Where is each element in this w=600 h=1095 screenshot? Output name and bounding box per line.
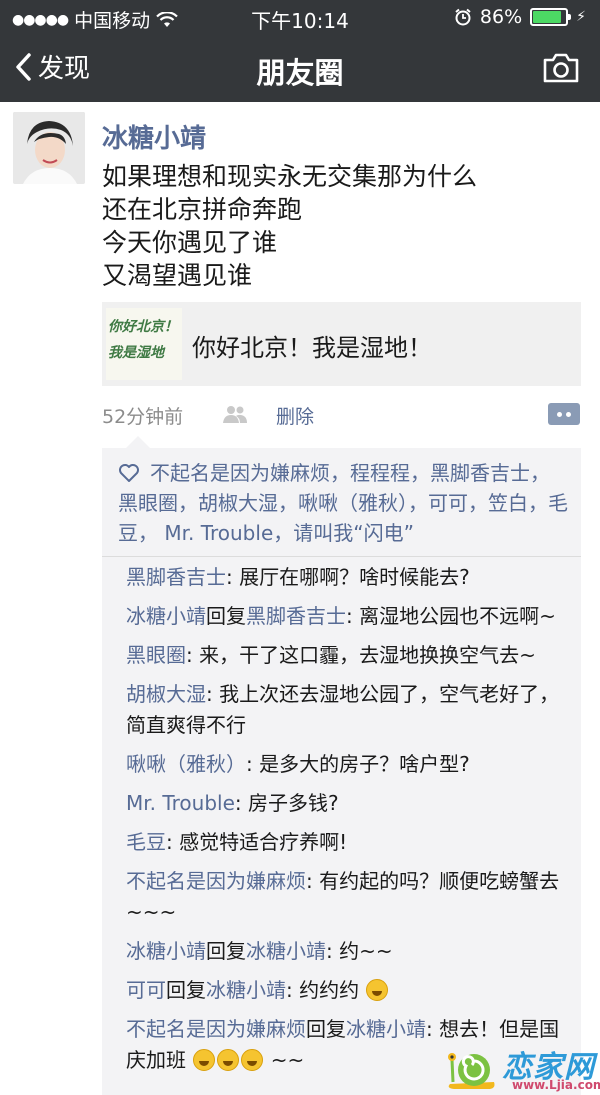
comment-reply-target[interactable]: 冰糖小靖 [206, 978, 286, 1002]
people-icon[interactable] [222, 404, 248, 424]
comment-text: 房子多钱? [248, 791, 339, 815]
comment-item[interactable]: 黑眼圈: 来，干了这口霾，去湿地换换空气去~ [126, 640, 572, 671]
status-right: 86% ⚡ [454, 6, 586, 28]
comment-separator: : [306, 869, 320, 893]
feedback-panel: 不起名是因为嫌麻烦，程程程，黑脚香吉士，黑眼圈，胡椒大湿，啾啾（雅秋），可可，笠… [102, 436, 581, 1095]
comment-text: 是多大的房子？啥户型? [259, 752, 470, 776]
comment-reply-target[interactable]: 黑脚香吉士 [246, 604, 346, 628]
comment-item[interactable]: 冰糖小靖回复冰糖小靖: 约~~ [126, 936, 572, 967]
post-text: 如果理想和现实永无交集那为什么 还在北京拼命奔跑 今天你遇见了谁 又渴望遇见谁 [102, 160, 582, 292]
crying-emoji-icon [193, 1049, 216, 1071]
crying-emoji-icon [241, 1049, 264, 1071]
battery-icon [530, 8, 572, 26]
comment-reply-target[interactable]: 冰糖小靖 [246, 939, 326, 963]
comment-text: 离湿地公园也不远啊~ [359, 604, 556, 628]
thumb-line: 我是湿地 [108, 345, 164, 361]
shared-link-title: 你好北京！我是湿地！ [192, 334, 432, 362]
comment-separator: : [226, 565, 240, 589]
likes-list: 不起名是因为嫌麻烦，程程程，黑脚香吉士，黑眼圈，胡椒大湿，啾啾（雅秋），可可，笠… [118, 458, 568, 548]
smile-emoji-icon [366, 979, 389, 1001]
comment-text: 来，干了这口霾，去湿地换换空气去~ [199, 643, 536, 667]
delete-button[interactable]: 删除 [276, 402, 314, 429]
comment-author[interactable]: 冰糖小靖 [126, 939, 206, 963]
comment-item[interactable]: 胡椒大湿: 我上次还去湿地公园了，空气老好了，简直爽得不行 [126, 679, 572, 741]
post-text-line: 今天你遇见了谁 [102, 228, 278, 257]
comment-author[interactable]: 黑眼圈 [126, 643, 186, 667]
likes-names[interactable]: 不起名是因为嫌麻烦，程程程，黑脚香吉士，黑眼圈，胡椒大湿，啾啾（雅秋），可可，笠… [118, 461, 568, 545]
post-text-line: 如果理想和现实永无交集那为什么 [102, 162, 478, 191]
comment-button[interactable] [548, 403, 580, 425]
comment-list: 黑脚香吉士: 展厅在哪啊？啥时候能去? 冰糖小靖回复黑脚香吉士: 离湿地公园也不远… [126, 562, 572, 1084]
watermark: 恋家网 www.Ljia.com [444, 1040, 600, 1095]
comment-item[interactable]: 可可回复冰糖小靖: 约约约 [126, 975, 572, 1006]
comment-item[interactable]: 毛豆: 感觉特适合疗养啊! [126, 827, 572, 858]
comment-author[interactable]: 冰糖小靖 [126, 604, 206, 628]
comment-separator: : [346, 604, 360, 628]
comment-separator: : [286, 978, 300, 1002]
comment-author[interactable]: 不起名是因为嫌麻烦 [126, 869, 306, 893]
comment-author[interactable]: 可可 [126, 978, 166, 1002]
reply-word: 回复 [166, 978, 206, 1002]
charging-icon: ⚡ [576, 9, 586, 25]
comment-separator: : [166, 830, 180, 854]
comment-author[interactable]: 胡椒大湿 [126, 682, 206, 706]
comment-separator: : [186, 643, 200, 667]
comment-author[interactable]: Mr. Trouble [126, 791, 235, 815]
comment-separator: : [246, 752, 260, 776]
page-title: 朋友圈 [256, 56, 344, 90]
comment-reply-target[interactable]: 冰糖小靖 [346, 1017, 426, 1041]
post-time: 52分钟前 [102, 406, 184, 428]
comment-text: 感觉特适合疗养啊! [179, 830, 348, 854]
reply-word: 回复 [306, 1017, 346, 1041]
comment-author[interactable]: 啾啾（雅秋） [126, 752, 246, 776]
comment-text: 约~~ [339, 939, 393, 963]
avatar-photo [13, 112, 85, 184]
comment-text: 展厅在哪啊？啥时候能去? [239, 565, 470, 589]
crying-emoji-icon [217, 1049, 240, 1071]
reply-word: 回复 [206, 604, 246, 628]
alarm-icon [455, 8, 471, 26]
comment-separator: : [234, 791, 248, 815]
reply-word: 回复 [206, 939, 246, 963]
thumb-line: 你好北京！ [108, 319, 178, 335]
watermark-url: www.Ljia.com [512, 1078, 600, 1092]
camera-icon[interactable] [542, 52, 580, 84]
nav-bar: 发现 朋友圈 [0, 36, 600, 102]
shared-link-thumbnail: 你好北京！ 我是湿地 [106, 308, 182, 380]
shared-link-card[interactable]: 你好北京！ 我是湿地 你好北京！我是湿地！ [102, 302, 581, 386]
snail-logo-icon [448, 1053, 495, 1089]
heart-icon [119, 464, 139, 482]
comment-item[interactable]: 黑脚香吉士: 展厅在哪啊？啥时候能去? [126, 562, 572, 593]
comment-author[interactable]: 毛豆 [126, 830, 166, 854]
panel-caret [126, 436, 150, 448]
comment-item[interactable]: Mr. Trouble: 房子多钱? [126, 788, 572, 819]
battery-fill [533, 11, 561, 23]
avatar[interactable] [13, 112, 85, 184]
divider [102, 556, 581, 557]
comment-item[interactable]: 啾啾（雅秋）: 是多大的房子？啥户型? [126, 749, 572, 780]
comment-separator: : [426, 1017, 440, 1041]
post-text-line: 还在北京拼命奔跑 [102, 195, 303, 224]
comment-author[interactable]: 黑脚香吉士 [126, 565, 226, 589]
comment-item[interactable]: 不起名是因为嫌麻烦: 有约起的吗？顺便吃螃蟹去~~~ [126, 866, 572, 928]
post-author[interactable]: 冰糖小靖 [102, 118, 206, 155]
comment-separator: : [326, 939, 340, 963]
comment-text: 约约约 [299, 978, 360, 1002]
battery-percent: 86% [479, 6, 523, 28]
top-bar: ●●●●● 中国移动 下午10:14 86% ⚡ 发现 朋友圈 [0, 0, 600, 102]
comment-author[interactable]: 不起名是因为嫌麻烦 [126, 1017, 306, 1041]
post-text-line: 又渴望遇见谁 [102, 261, 253, 290]
comment-item[interactable]: 冰糖小靖回复黑脚香吉士: 离湿地公园也不远啊~ [126, 601, 572, 632]
comment-suffix: ~~ [270, 1048, 305, 1072]
status-bar: ●●●●● 中国移动 下午10:14 86% ⚡ [0, 0, 600, 36]
comment-separator: : [206, 682, 220, 706]
